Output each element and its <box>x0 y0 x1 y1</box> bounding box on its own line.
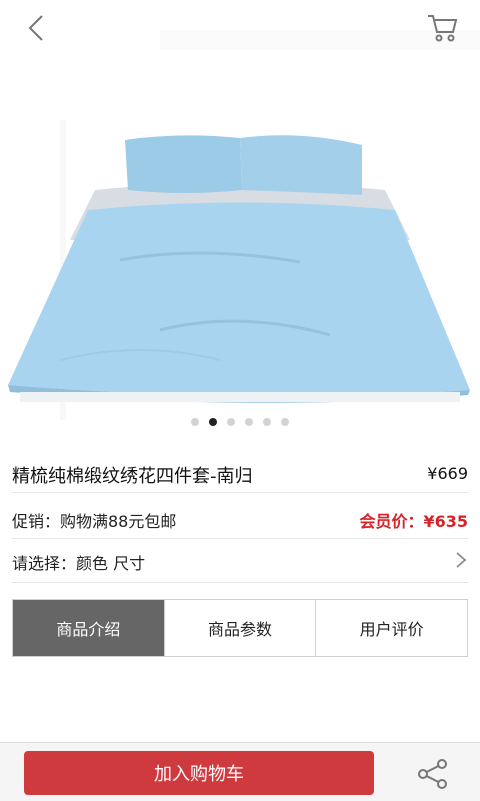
product-title-row: 精梳纯棉缎纹绣花四件套-南归 ¥669 <box>12 456 468 493</box>
options-text: 请选择：颜色 尺寸 <box>12 554 146 573</box>
member-price: 会员价：¥635 <box>359 512 468 531</box>
chevron-right-icon <box>454 550 468 570</box>
share-icon[interactable] <box>416 757 450 791</box>
add-to-cart-button[interactable]: 加入购物车 <box>24 751 374 795</box>
bedding-image <box>8 30 480 420</box>
bottom-bar: 加入购物车 <box>0 742 480 801</box>
product-title: 精梳纯棉缎纹绣花四件套-南归 <box>12 466 253 487</box>
product-price: ¥669 <box>427 464 468 483</box>
promotion-row: 促销：购物满88元包邮 会员价：¥635 <box>12 496 468 539</box>
carousel-dot[interactable] <box>263 418 271 426</box>
product-image[interactable] <box>0 0 480 440</box>
carousel-dot[interactable] <box>227 418 235 426</box>
cart-icon[interactable] <box>426 12 458 42</box>
top-bar <box>0 0 480 56</box>
tab-reviews[interactable]: 用户评价 <box>316 600 467 656</box>
carousel-dot-active[interactable] <box>209 418 217 426</box>
chevron-left-icon[interactable] <box>24 12 48 44</box>
options-row[interactable]: 请选择：颜色 尺寸 <box>12 540 468 583</box>
carousel-dot[interactable] <box>191 418 199 426</box>
product-tabs: 商品介绍 商品参数 用户评价 <box>12 599 468 657</box>
promotion-text: 促销：购物满88元包邮 <box>12 512 177 531</box>
tab-intro[interactable]: 商品介绍 <box>13 600 165 656</box>
carousel-dot[interactable] <box>245 418 253 426</box>
carousel-dot[interactable] <box>281 418 289 426</box>
carousel-indicator <box>0 418 480 428</box>
tab-params[interactable]: 商品参数 <box>165 600 317 656</box>
